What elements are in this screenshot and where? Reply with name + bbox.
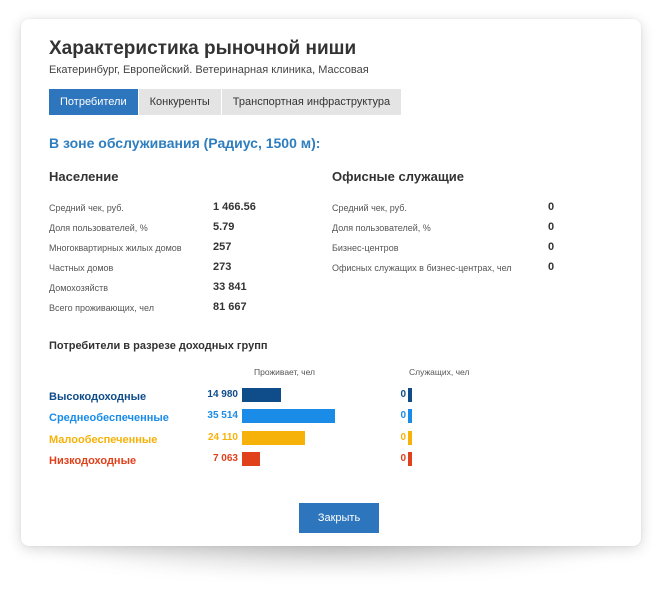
office-workers-title: Офисные служащие <box>332 169 465 184</box>
pop-user-share-label: Доля пользователей, % <box>49 223 148 233</box>
pop-apartment-buildings-label: Многоквартирных жилых домов <box>49 243 182 253</box>
residents-column-header: Проживает, чел <box>254 367 316 377</box>
pop-total-residents-label: Всего проживающих, чел <box>49 303 154 313</box>
pop-households-value: 33 841 <box>213 281 247 293</box>
income-group-employees-value: 0 <box>400 453 406 464</box>
income-group-residents-bar <box>242 388 281 402</box>
market-niche-modal: Характеристика рыночной ниши Екатеринбур… <box>21 19 641 546</box>
income-group-residents-value: 24 110 <box>207 432 238 443</box>
pop-households-label: Домохозяйств <box>49 283 109 293</box>
income-group-residents-bar <box>242 431 305 445</box>
modal-subtitle: Екатеринбург, Европейский. Ветеринарная … <box>49 64 369 76</box>
tab-bar: Потребители Конкуренты Транспортная инфр… <box>49 89 403 115</box>
population-title: Население <box>49 169 119 184</box>
office-avg-check-value: 0 <box>548 201 555 213</box>
office-business-centers-label: Бизнес-центров <box>332 243 399 253</box>
tab-competitors[interactable]: Конкуренты <box>138 89 222 115</box>
income-group-residents-bar <box>242 452 260 466</box>
income-group-employees-value: 0 <box>400 432 406 443</box>
income-group-employees-bar <box>408 452 412 466</box>
pop-total-residents-value: 81 667 <box>213 301 247 313</box>
modal-title: Характеристика рыночной ниши <box>49 38 357 59</box>
income-group-label: Низкодоходные <box>49 455 137 467</box>
income-group-employees-bar <box>408 409 412 423</box>
income-group-residents-value: 14 980 <box>207 389 238 400</box>
service-zone-title: В зоне обслуживания (Радиус, 1500 м): <box>49 135 321 151</box>
employees-column-header: Служащих, чел <box>409 367 470 377</box>
office-user-share-label: Доля пользователей, % <box>332 223 431 233</box>
income-group-residents-bar <box>242 409 335 423</box>
office-employees-value: 0 <box>548 261 555 273</box>
income-group-employees-bar <box>408 431 412 445</box>
pop-private-houses-value: 273 <box>213 261 232 273</box>
income-group-employees-bar <box>408 388 412 402</box>
income-group-employees-value: 0 <box>400 410 406 421</box>
pop-apartment-buildings-value: 257 <box>213 241 232 253</box>
pop-avg-check-value: 1 466.56 <box>213 201 256 213</box>
pop-user-share-value: 5.79 <box>213 221 235 233</box>
income-group-residents-value: 7 063 <box>212 453 238 464</box>
pop-private-houses-label: Частных домов <box>49 263 114 273</box>
tab-transport[interactable]: Транспортная инфраструктура <box>221 89 403 115</box>
tab-consumers[interactable]: Потребители <box>49 89 139 115</box>
pop-avg-check-label: Средний чек, руб. <box>49 203 124 213</box>
income-group-label: Высокодоходные <box>49 391 147 403</box>
office-avg-check-label: Средний чек, руб. <box>332 203 407 213</box>
office-user-share-value: 0 <box>548 221 555 233</box>
income-group-label: Среднеобеспеченные <box>49 412 169 424</box>
office-employees-label: Офисных служащих в бизнес-центрах, чел <box>332 263 512 273</box>
income-group-employees-value: 0 <box>400 389 406 400</box>
office-business-centers-value: 0 <box>548 241 555 253</box>
income-groups-title: Потребители в разрезе доходных групп <box>49 340 268 352</box>
close-button[interactable]: Закрыть <box>299 503 379 533</box>
income-group-label: Малообеспеченные <box>49 434 158 446</box>
income-group-residents-value: 35 514 <box>207 410 238 421</box>
